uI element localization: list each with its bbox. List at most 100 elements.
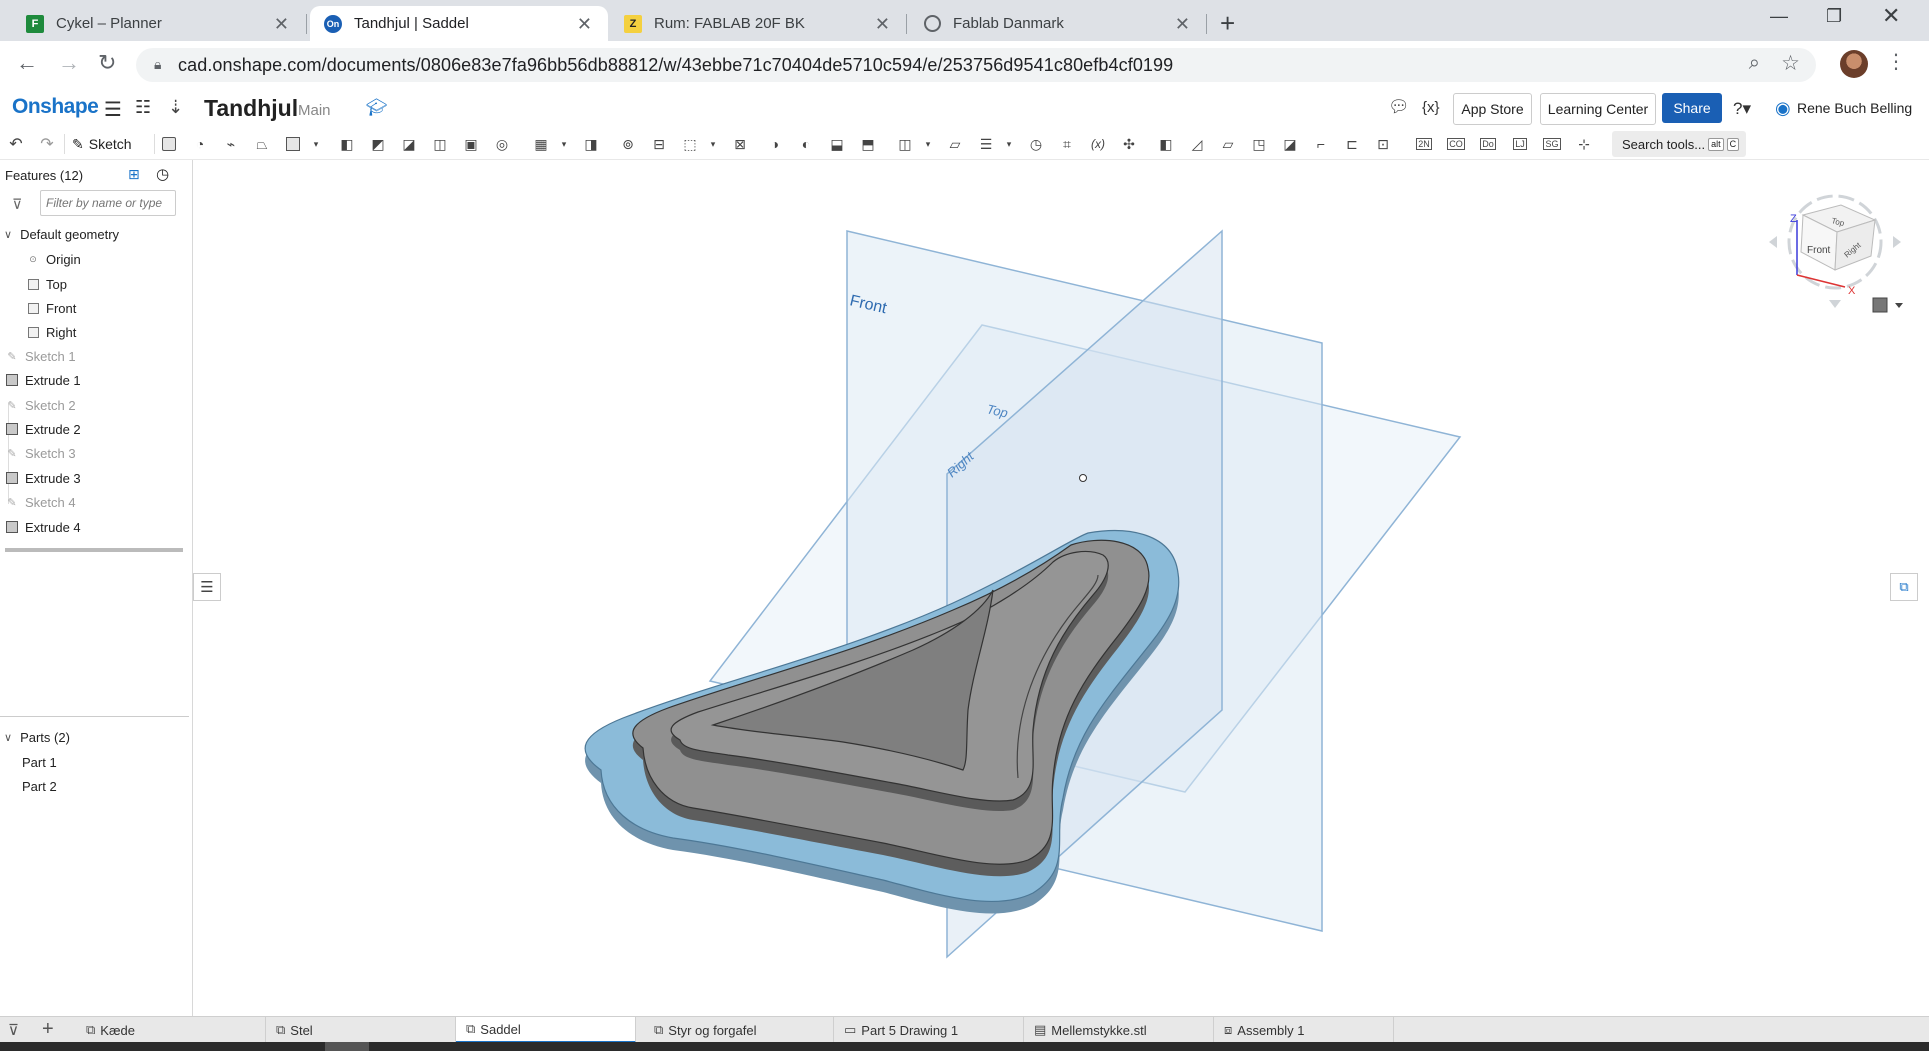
tab-assembly-1[interactable]: ⧈ Assembly 1 xyxy=(1214,1017,1394,1043)
sketch-button[interactable]: ✎ Sketch xyxy=(72,133,132,155)
reload-icon[interactable]: ↻ xyxy=(98,50,116,76)
tab-styr-og-forgafel[interactable]: ⧉ Styr og forgafel xyxy=(644,1017,834,1043)
add-folder-icon[interactable]: ⊞ xyxy=(128,166,140,183)
share-button[interactable]: Share xyxy=(1662,93,1722,123)
corner-icon[interactable]: ⌐ xyxy=(1310,133,1332,155)
transform-icon[interactable]: ⬚ xyxy=(679,133,701,155)
feature-front-plane[interactable]: Front xyxy=(26,298,76,318)
profile-avatar[interactable] xyxy=(1840,50,1868,78)
browser-tab-fablab[interactable]: Fablab Danmark ✕ xyxy=(908,6,1206,41)
browser-tab-onshape[interactable]: On Tandhjul | Saddel ✕ xyxy=(310,6,608,41)
help-icon[interactable]: ?▾ xyxy=(1733,99,1751,119)
2n-icon[interactable]: 2N xyxy=(1413,133,1435,155)
delete-part-icon[interactable]: ⊠ xyxy=(729,133,751,155)
redo-icon[interactable]: ↷ xyxy=(36,133,58,155)
linear-pattern-icon[interactable]: ▦ xyxy=(530,133,552,155)
browser-tab-planner[interactable]: F Cykel – Planner ✕ xyxy=(0,6,305,41)
shell-icon[interactable]: ▣ xyxy=(460,133,482,155)
tab-saddel[interactable]: ⧉ Saddel xyxy=(456,1017,636,1043)
bend-relief-icon[interactable]: ⊏ xyxy=(1341,133,1363,155)
tab-part5-drawing[interactable]: ▭ Part 5 Drawing 1 xyxy=(834,1017,1024,1043)
feature-sketch-3[interactable]: ✎ Sketch 3 xyxy=(5,443,75,463)
part-2[interactable]: Part 2 xyxy=(22,776,57,796)
chevron-down-icon[interactable]: ▾ xyxy=(998,133,1020,155)
finish-sheet-metal-icon[interactable]: ⊡ xyxy=(1372,133,1394,155)
feature-extrude-4[interactable]: Extrude 4 xyxy=(5,517,81,537)
zoom-icon[interactable]: ⌕ xyxy=(1749,52,1760,75)
boolean-icon[interactable]: ⊚ xyxy=(617,133,639,155)
extrude-icon[interactable] xyxy=(158,133,180,155)
feature-sketch-4[interactable]: ✎ Sketch 4 xyxy=(5,492,75,512)
do-icon[interactable]: Do xyxy=(1477,133,1499,155)
measure-icon[interactable]: ⌗ xyxy=(1056,133,1078,155)
star-icon[interactable]: ☆ xyxy=(1781,51,1800,76)
bend-icon[interactable]: ◳ xyxy=(1248,133,1270,155)
pattern-icon[interactable]: ✣ xyxy=(1118,133,1140,155)
loft-icon[interactable]: ⏢ xyxy=(251,133,273,155)
tab-kaede[interactable]: ⧉ Kæde xyxy=(76,1017,266,1043)
modify-fillet-icon[interactable]: ◑ xyxy=(764,133,786,155)
user-icon[interactable]: ◉ xyxy=(1775,98,1791,119)
chevron-down-icon[interactable]: ▾ xyxy=(917,133,939,155)
document-title[interactable]: Tandhjul xyxy=(204,95,298,122)
user-name[interactable]: Rene Buch Belling xyxy=(1797,100,1912,116)
history-clock-icon[interactable]: ◷ xyxy=(156,165,169,183)
sg-icon[interactable]: SG xyxy=(1541,133,1563,155)
tab-stel[interactable]: ⧉ Stel xyxy=(266,1017,456,1043)
tab-mellemstykke-stl[interactable]: ▤ Mellemstykke.stl xyxy=(1024,1017,1214,1043)
browser-tab-rum[interactable]: Z Rum: FABLAB 20F BK ✕ xyxy=(608,6,906,41)
close-icon[interactable]: ✕ xyxy=(577,14,592,35)
lj-icon[interactable]: LJ xyxy=(1509,133,1531,155)
url-omnibox[interactable]: 🔒︎ cad.onshape.com/documents/0806e83e7fa… xyxy=(136,48,1816,82)
fillet-icon[interactable]: ◧ xyxy=(336,133,358,155)
onshape-logo[interactable]: Onshape xyxy=(12,95,99,119)
graduation-cap-icon[interactable]: 🎓︎ xyxy=(366,98,388,118)
revolve-icon[interactable]: ◔ xyxy=(189,133,211,155)
taskbar-item[interactable] xyxy=(325,1042,369,1051)
parts-divider[interactable] xyxy=(0,716,189,717)
chamfer-icon[interactable]: ◩ xyxy=(367,133,389,155)
chevron-down-icon[interactable]: ▾ xyxy=(702,133,724,155)
model-canvas[interactable]: Front Top Right Top Front Right Z X xyxy=(193,160,1929,1016)
rollback-bar[interactable] xyxy=(5,548,183,552)
co-icon[interactable]: CO xyxy=(1445,133,1467,155)
feature-right-plane[interactable]: Right xyxy=(26,322,76,342)
view-cube[interactable]: Top Front Right Z X xyxy=(1769,194,1903,313)
variable-icon[interactable]: (x) xyxy=(1087,133,1109,155)
part-1[interactable]: Part 1 xyxy=(22,752,57,772)
parts-panel-toggle-icon[interactable]: ⧉ xyxy=(1890,573,1918,601)
filter-icon[interactable]: ⊽ xyxy=(12,196,22,213)
minimize-icon[interactable]: — xyxy=(1770,6,1788,27)
mate-connector-icon[interactable]: ☰ xyxy=(975,133,997,155)
feature-extrude-3[interactable]: Extrude 3 xyxy=(5,468,81,488)
default-geometry-group[interactable]: ∨ Default geometry xyxy=(4,224,119,244)
add-tab-icon[interactable]: + xyxy=(42,1018,54,1041)
feature-sketch-2[interactable]: ✎ Sketch 2 xyxy=(5,395,75,415)
delete-face-icon[interactable]: ◐ xyxy=(795,133,817,155)
feature-top-plane[interactable]: Top xyxy=(26,274,67,294)
rib-icon[interactable]: ◫ xyxy=(429,133,451,155)
offset-surface-icon[interactable]: ◫ xyxy=(894,133,916,155)
plane-icon[interactable]: ▱ xyxy=(944,133,966,155)
restore-icon[interactable]: ❐ xyxy=(1826,6,1842,27)
back-icon[interactable]: ← xyxy=(16,50,38,76)
sheet-metal-icon[interactable]: ◧ xyxy=(1155,133,1177,155)
close-icon[interactable]: ✕ xyxy=(1175,14,1190,35)
hole-icon[interactable]: ◎ xyxy=(491,133,513,155)
thicken-icon[interactable] xyxy=(282,133,304,155)
app-store-button[interactable]: App Store xyxy=(1453,93,1532,125)
form-icon[interactable]: ◪ xyxy=(1279,133,1301,155)
tab-filter-icon[interactable]: ⊽ xyxy=(8,1021,19,1039)
browser-menu-icon[interactable]: ⋮ xyxy=(1886,49,1906,74)
graphics-viewport[interactable]: Front Top Right Top Front Right Z X xyxy=(193,160,1929,1016)
close-icon[interactable]: ✕ xyxy=(875,14,890,35)
move-face-icon[interactable]: ⬓ xyxy=(826,133,848,155)
search-tools-input[interactable]: Search tools... alt C xyxy=(1612,131,1746,157)
undo-icon[interactable]: ↶ xyxy=(5,133,27,155)
sweep-icon[interactable]: ⌁ xyxy=(220,133,242,155)
hamburger-menu-icon[interactable]: ☰ xyxy=(104,97,122,122)
feature-sketch-1[interactable]: ✎ Sketch 1 xyxy=(5,346,75,366)
tab-icon[interactable]: ⏥ xyxy=(1217,133,1239,155)
document-tree-icon[interactable]: ☷ xyxy=(135,97,151,118)
close-icon[interactable]: ✕ xyxy=(274,14,289,35)
